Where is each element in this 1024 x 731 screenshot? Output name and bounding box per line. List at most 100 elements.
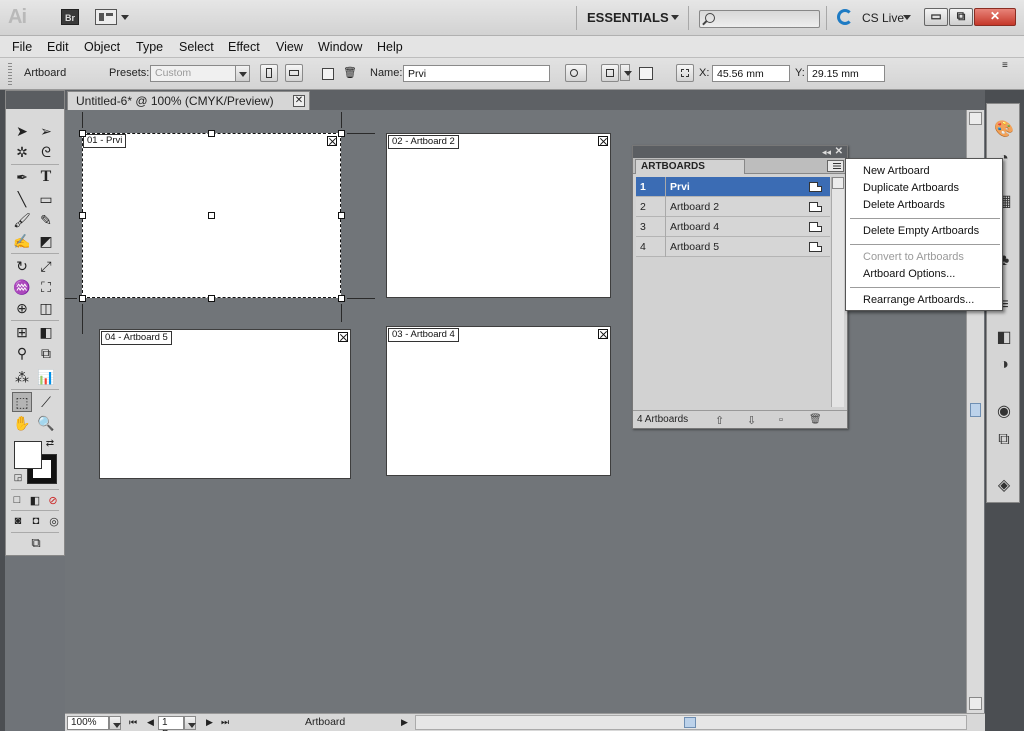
transparency-icon[interactable]: ◑	[993, 354, 1015, 376]
menu-window[interactable]: Window	[318, 40, 362, 54]
resize-handle[interactable]	[79, 212, 86, 219]
gradient-mode-icon[interactable]: ◧	[28, 493, 42, 507]
menu-delete-empty-artboards[interactable]: Delete Empty Artboards	[863, 225, 979, 237]
resize-handle[interactable]	[208, 130, 215, 137]
status-menu-button[interactable]: ▶	[401, 717, 408, 728]
artboard-4[interactable]: 03 - Artboard 4	[386, 326, 611, 476]
menu-type[interactable]: Type	[136, 40, 163, 54]
scroll-down-button[interactable]	[969, 697, 982, 710]
panel-title-bar[interactable]: ◂◂ ✕	[633, 146, 847, 158]
control-panel-menu-icon[interactable]: ≡	[1002, 60, 1014, 72]
resize-handle[interactable]	[208, 295, 215, 302]
horizontal-scrollbar[interactable]	[415, 715, 967, 730]
menu-object[interactable]: Object	[84, 40, 120, 54]
appearance-icon[interactable]: ◉	[993, 400, 1015, 422]
document-tab[interactable]: Untitled-6* @ 100% (CMYK/Preview) ✕	[67, 91, 310, 110]
menu-delete-artboards[interactable]: Delete Artboards	[863, 199, 945, 211]
zoom-tool-icon[interactable]: 🔍	[36, 413, 56, 433]
portrait-orientation-icon[interactable]	[260, 64, 278, 82]
perspective-grid-tool-icon[interactable]: ◫	[36, 298, 56, 318]
close-icon[interactable]	[327, 136, 337, 146]
search-input[interactable]	[699, 10, 820, 28]
chevron-down-icon[interactable]	[671, 15, 679, 20]
menu-effect[interactable]: Effect	[228, 40, 260, 54]
slice-tool-icon[interactable]: ⟋	[36, 392, 56, 412]
artboard-2[interactable]: 02 - Artboard 2	[386, 133, 611, 298]
move-copy-artwork-icon[interactable]	[565, 64, 587, 82]
tools-panel-header[interactable]	[6, 91, 64, 109]
zoom-dropdown[interactable]	[109, 716, 121, 730]
panel-scrollbar[interactable]	[831, 177, 844, 407]
gradient-tool-icon[interactable]: ◧	[36, 322, 56, 342]
eraser-tool-icon[interactable]: ◩	[36, 231, 56, 251]
default-fill-stroke-icon[interactable]: ◲	[12, 471, 24, 483]
blob-brush-tool-icon[interactable]: ✍	[12, 231, 32, 251]
move-down-icon[interactable]: ⇩	[747, 414, 756, 427]
x-position-field[interactable]	[712, 65, 790, 82]
mesh-tool-icon[interactable]: ⊞	[12, 322, 32, 342]
hand-tool-icon[interactable]: ✋	[12, 413, 32, 433]
blend-tool-icon[interactable]: ⧉	[36, 343, 56, 363]
layers-icon[interactable]: ◈	[993, 474, 1015, 496]
previous-artboard-button[interactable]: ◀	[147, 717, 154, 728]
panel-menu-icon[interactable]	[827, 160, 844, 172]
status-tool-name[interactable]: Artboard	[305, 716, 345, 728]
selection-tool-icon[interactable]: ➤	[12, 121, 32, 141]
artboard-5[interactable]: 04 - Artboard 5	[99, 329, 351, 479]
resize-handle[interactable]	[338, 130, 345, 137]
chevron-down-icon[interactable]	[121, 15, 129, 20]
resize-handle[interactable]	[79, 130, 86, 137]
first-artboard-button[interactable]: ⏮	[129, 717, 137, 728]
menu-help[interactable]: Help	[377, 40, 403, 54]
close-icon[interactable]	[598, 329, 608, 339]
symbol-sprayer-tool-icon[interactable]: ⁂	[12, 367, 32, 387]
artboard-options-icon[interactable]	[639, 67, 653, 80]
shape-builder-tool-icon[interactable]: ⊕	[12, 298, 32, 318]
close-icon[interactable]: ✕	[293, 95, 305, 107]
eyedropper-tool-icon[interactable]: ⚲	[12, 343, 32, 363]
resize-handle[interactable]	[338, 295, 345, 302]
artboard-list-item[interactable]: 3 Artboard 4	[636, 217, 830, 237]
magic-wand-tool-icon[interactable]: ✲	[12, 142, 32, 162]
scroll-up-button[interactable]	[832, 177, 844, 189]
direct-selection-tool-icon[interactable]: ➢	[36, 121, 56, 141]
cslive-icon[interactable]	[837, 9, 853, 25]
warp-tool-icon[interactable]: ♒	[12, 277, 32, 297]
artboard-options-icon[interactable]	[809, 202, 822, 212]
menu-select[interactable]: Select	[179, 40, 214, 54]
menu-view[interactable]: View	[276, 40, 303, 54]
none-icon[interactable]: ⊘	[46, 493, 60, 507]
close-icon[interactable]: ✕	[835, 146, 843, 157]
fill-swatch[interactable]	[14, 441, 42, 469]
new-artboard-icon[interactable]	[322, 68, 334, 80]
artboard-tool-icon[interactable]: ⬚	[12, 392, 32, 412]
artboard-list-item[interactable]: 2 Artboard 2	[636, 197, 830, 217]
collapse-icon[interactable]: ◂◂	[822, 147, 831, 158]
scale-tool-icon[interactable]: ⤢	[36, 256, 56, 276]
landscape-orientation-icon[interactable]	[285, 64, 303, 82]
reference-point-icon[interactable]	[676, 64, 694, 82]
line-segment-tool-icon[interactable]: ╲	[12, 189, 32, 209]
zoom-field[interactable]: 100%	[67, 716, 109, 730]
artboard-options-icon[interactable]	[809, 222, 822, 232]
draw-behind-icon[interactable]: ◘	[28, 513, 44, 529]
menu-artboard-options[interactable]: Artboard Options...	[863, 268, 955, 280]
scroll-thumb[interactable]	[684, 717, 696, 728]
swap-fill-stroke-icon[interactable]: ⇄	[44, 437, 56, 449]
move-up-icon[interactable]: ⇧	[715, 414, 724, 427]
arrange-documents-icon[interactable]	[95, 9, 117, 25]
resize-handle[interactable]	[79, 295, 86, 302]
options-dropdown[interactable]	[620, 64, 632, 81]
artboard-name-field[interactable]	[403, 65, 550, 82]
artboards-tab[interactable]: ARTBOARDS	[635, 159, 745, 174]
grip-handle[interactable]	[8, 63, 12, 85]
type-tool-icon[interactable]: T	[36, 167, 56, 187]
scroll-up-button[interactable]	[969, 112, 982, 125]
graphic-styles-icon[interactable]: ⧉	[993, 429, 1015, 451]
resize-handle[interactable]	[338, 212, 345, 219]
lasso-tool-icon[interactable]: ᘓ	[36, 142, 56, 162]
draw-normal-icon[interactable]: ◙	[10, 513, 26, 529]
color-guide-icon[interactable]: 🎨	[993, 118, 1015, 140]
artboard-list-item[interactable]: 1 Prvi	[636, 177, 830, 197]
scroll-thumb[interactable]	[970, 403, 981, 417]
